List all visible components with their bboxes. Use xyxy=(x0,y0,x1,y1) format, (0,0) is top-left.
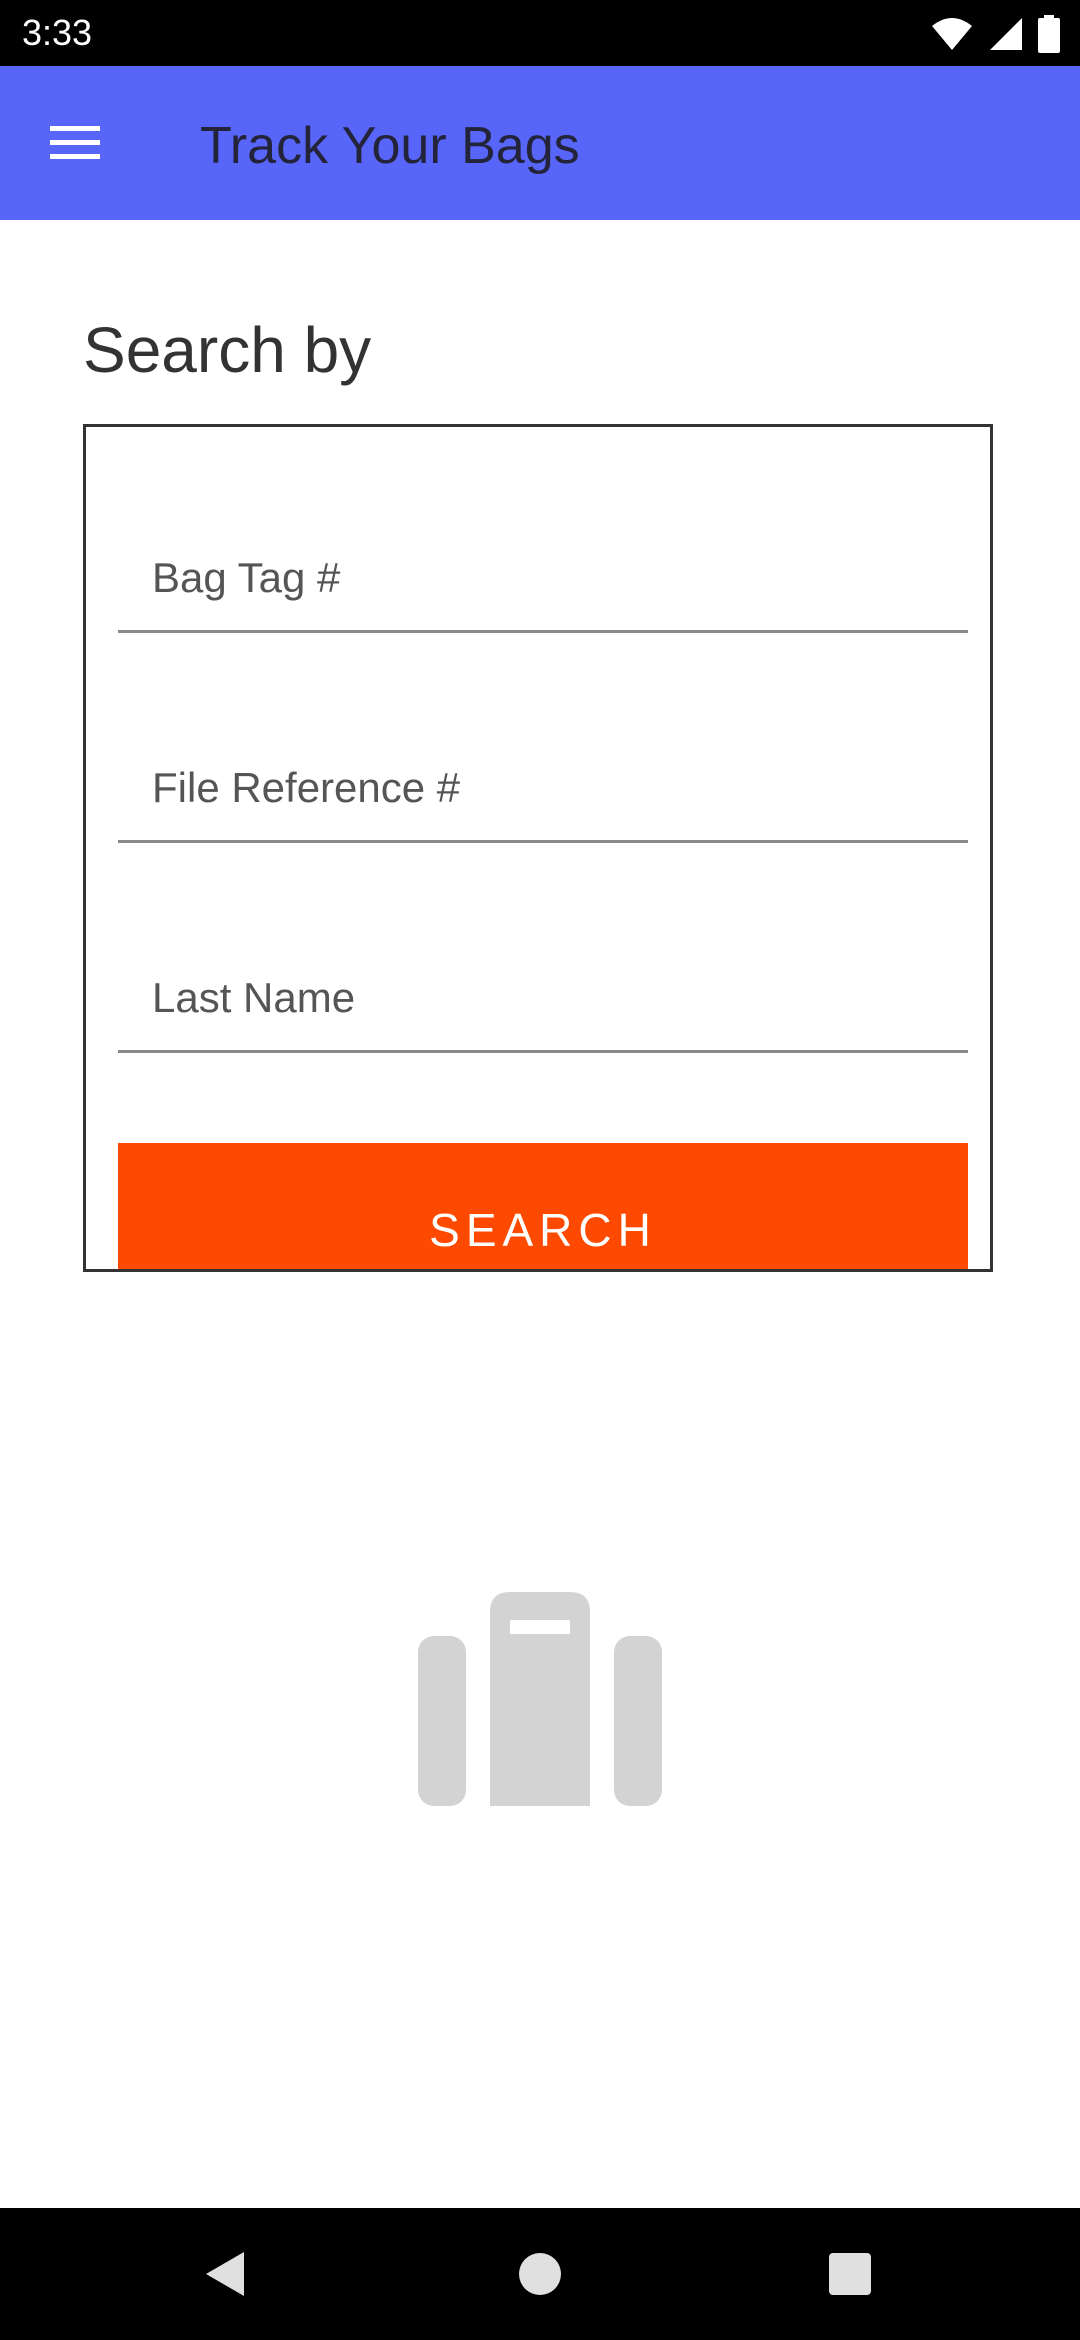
last-name-field[interactable]: Last Name xyxy=(118,937,968,1053)
bag-tag-input[interactable] xyxy=(118,517,968,630)
battery-icon xyxy=(1038,15,1060,53)
last-name-input[interactable] xyxy=(118,937,968,1050)
search-form: Bag Tag # File Reference # Last Name SEA… xyxy=(83,424,993,1272)
status-bar: 3:33 xyxy=(0,0,1080,66)
wifi-icon xyxy=(932,18,972,50)
suitcase-icon xyxy=(418,1592,662,1806)
cell-signal-icon xyxy=(990,18,1022,50)
file-reference-input[interactable] xyxy=(118,727,968,840)
bag-tag-field[interactable]: Bag Tag # xyxy=(118,517,968,633)
status-time: 3:33 xyxy=(22,12,93,53)
back-icon[interactable] xyxy=(196,2244,256,2304)
app-bar: Track Your Bags xyxy=(0,66,1080,220)
recents-icon[interactable] xyxy=(820,2244,880,2304)
hamburger-menu-icon[interactable] xyxy=(48,120,104,166)
home-icon[interactable] xyxy=(510,2244,570,2304)
file-reference-field[interactable]: File Reference # xyxy=(118,727,968,843)
status-icons xyxy=(930,14,1060,54)
app-title: Track Your Bags xyxy=(200,117,580,175)
search-by-heading: Search by xyxy=(83,314,372,386)
system-nav-bar xyxy=(0,2208,1080,2340)
search-button[interactable]: SEARCH xyxy=(118,1143,968,1269)
